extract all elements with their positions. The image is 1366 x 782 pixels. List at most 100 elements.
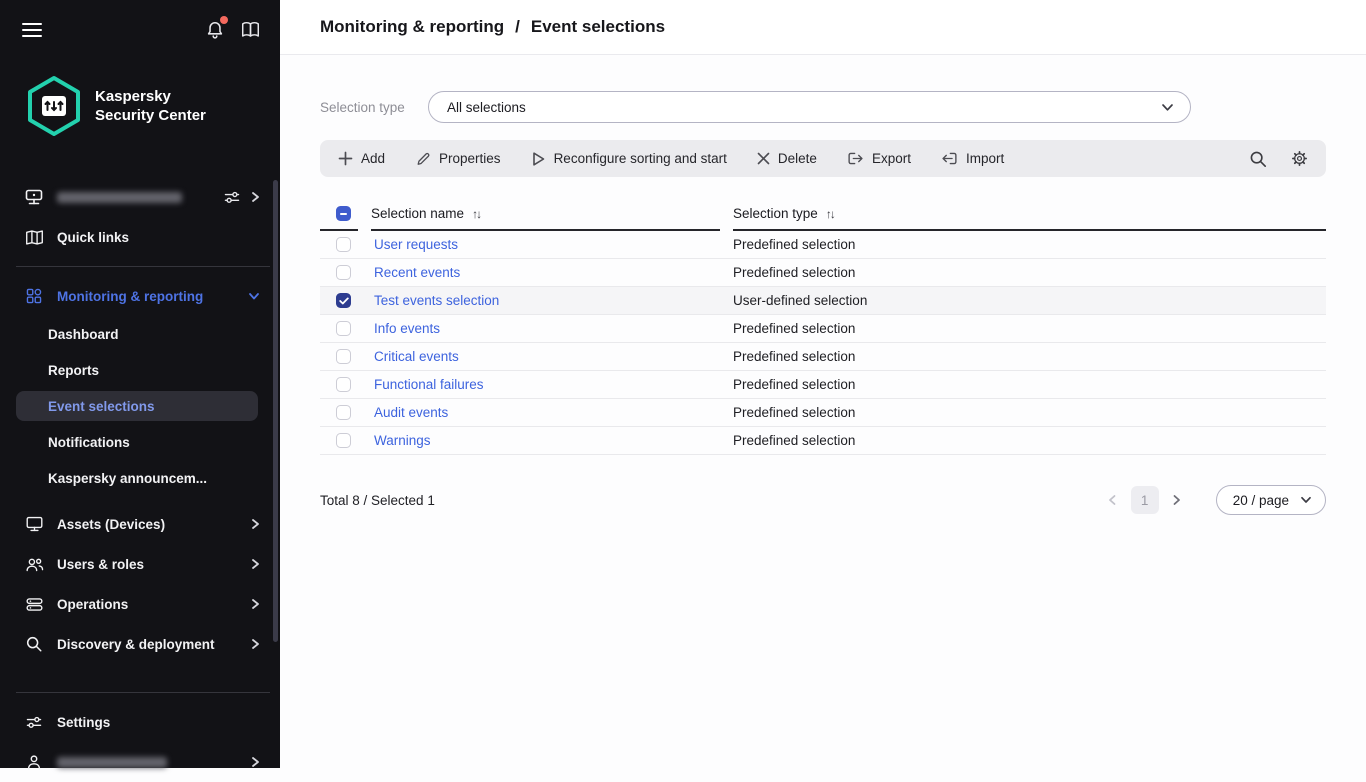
server-icon [24,187,44,207]
row-checkbox[interactable] [336,377,351,392]
selection-type-dropdown[interactable]: All selections [428,91,1191,123]
sidebar-item-label: Event selections [48,398,155,414]
sidebar-item-label: Monitoring & reporting [57,288,204,304]
sidebar-item-quick-links[interactable]: Quick links [0,217,280,257]
sidebar-item-operations[interactable]: Operations [0,584,280,624]
pencil-icon [415,151,431,167]
page-size-dropdown[interactable]: 20 / page [1215,485,1326,515]
row-checkbox[interactable] [336,349,351,364]
table-row-selected: Test events selection User-defined selec… [320,287,1326,315]
sort-icon[interactable]: ↑↓ [472,207,482,221]
sidebar-item-label: Users & roles [57,556,145,572]
table-row: User requests Predefined selection [320,231,1326,259]
selection-link[interactable]: Recent events [374,265,460,280]
plus-icon [338,151,353,166]
sidebar-item-discovery-deployment[interactable]: Discovery & deployment [0,624,280,664]
chevron-down-icon [248,291,260,301]
breadcrumb-section[interactable]: Monitoring & reporting [320,17,504,37]
redacted-server-name [57,191,182,203]
breadcrumb-separator: / [515,17,520,36]
user-icon [24,752,44,772]
row-checkbox[interactable] [336,433,351,448]
row-checkbox[interactable] [336,405,351,420]
import-button[interactable]: Import [941,151,1004,166]
selection-type-value: Predefined selection [733,377,856,392]
select-all-checkbox[interactable] [336,206,351,221]
sidebar-item-users-roles[interactable]: Users & roles [0,544,280,584]
row-checkbox-checked[interactable] [336,293,351,308]
sidebar-item-assets-devices[interactable]: Assets (Devices) [0,504,280,544]
sidebar-item-settings[interactable]: Settings [0,702,280,742]
chevron-down-icon [1161,103,1174,112]
notifications-bell-icon[interactable] [206,16,228,39]
chevron-right-icon [250,558,260,570]
sidebar-item-kaspersky-announcements[interactable]: Kaspersky announcem... [0,460,280,496]
settings-sliders-icon [24,712,44,732]
sidebar-divider [16,692,270,693]
users-icon [24,554,44,574]
table-header: Selection name ↑↓ Selection type ↑↓ [320,198,1326,231]
chevron-down-icon [1300,496,1312,504]
reconfigure-sorting-button[interactable]: Reconfigure sorting and start [531,151,727,167]
next-page-icon[interactable] [1164,494,1190,506]
sort-icon[interactable]: ↑↓ [826,207,836,221]
map-icon [24,227,44,247]
redacted-username [57,756,167,768]
notification-dot [220,16,228,24]
sidebar-divider [16,266,270,267]
row-checkbox[interactable] [336,265,351,280]
hamburger-menu-icon[interactable] [22,22,42,38]
row-checkbox[interactable] [336,237,351,252]
selection-link[interactable]: Critical events [374,349,459,364]
stack-icon [24,594,44,614]
sidebar-item-event-selections[interactable]: Event selections [16,391,258,421]
selection-link[interactable]: User requests [374,237,458,252]
selection-type-value: Predefined selection [733,321,856,336]
gear-icon[interactable] [1291,150,1308,167]
properties-button[interactable]: Properties [415,151,501,167]
server-settings-sliders-icon[interactable] [222,187,242,207]
sidebar: Kaspersky Security Center Quick links Mo… [0,0,280,770]
selection-type-value: Predefined selection [733,265,856,280]
export-icon [847,151,864,166]
table-row: Audit events Predefined selection [320,399,1326,427]
selection-type-value: User-defined selection [733,293,868,308]
sidebar-scrollbar[interactable] [273,180,278,642]
table-row: Info events Predefined selection [320,315,1326,343]
selection-link[interactable]: Info events [374,321,440,336]
export-button[interactable]: Export [847,151,911,166]
sidebar-item-monitoring-reporting[interactable]: Monitoring & reporting [0,276,280,316]
column-header-selection-type[interactable]: Selection type ↑↓ [733,198,1326,231]
selection-link[interactable]: Audit events [374,405,448,420]
brand-name: Kaspersky Security Center [95,87,206,124]
current-page-button[interactable]: 1 [1130,486,1159,514]
play-icon [531,151,546,167]
sidebar-item-user-account[interactable] [0,742,280,782]
row-checkbox[interactable] [336,321,351,336]
selection-link[interactable]: Warnings [374,433,431,448]
sidebar-item-administration-server[interactable] [0,177,280,217]
event-selections-table: Selection name ↑↓ Selection type ↑↓ User… [320,198,1326,455]
search-icon [24,634,44,654]
sidebar-item-label: Assets (Devices) [57,516,166,532]
sidebar-item-label: Settings [57,714,111,730]
sidebar-item-label: Kaspersky announcem... [48,470,208,486]
sidebar-item-dashboard[interactable]: Dashboard [0,316,280,352]
column-header-selection-name[interactable]: Selection name ↑↓ [371,198,720,231]
help-book-icon[interactable] [241,21,260,38]
selection-type-value: Predefined selection [733,405,856,420]
selection-link[interactable]: Test events selection [374,293,499,308]
chevron-right-icon [250,598,260,610]
delete-button[interactable]: Delete [757,151,817,166]
selection-link[interactable]: Functional failures [374,377,484,392]
selection-type-value: Predefined selection [733,433,856,448]
delete-label: Delete [777,151,817,166]
chevron-right-icon [250,756,260,768]
table-row: Critical events Predefined selection [320,343,1326,371]
sidebar-item-notifications[interactable]: Notifications [0,424,280,460]
previous-page-icon[interactable] [1100,494,1126,506]
sidebar-item-reports[interactable]: Reports [0,352,280,388]
search-icon[interactable] [1249,150,1267,168]
export-label: Export [871,151,911,166]
add-button[interactable]: Add [338,151,385,166]
